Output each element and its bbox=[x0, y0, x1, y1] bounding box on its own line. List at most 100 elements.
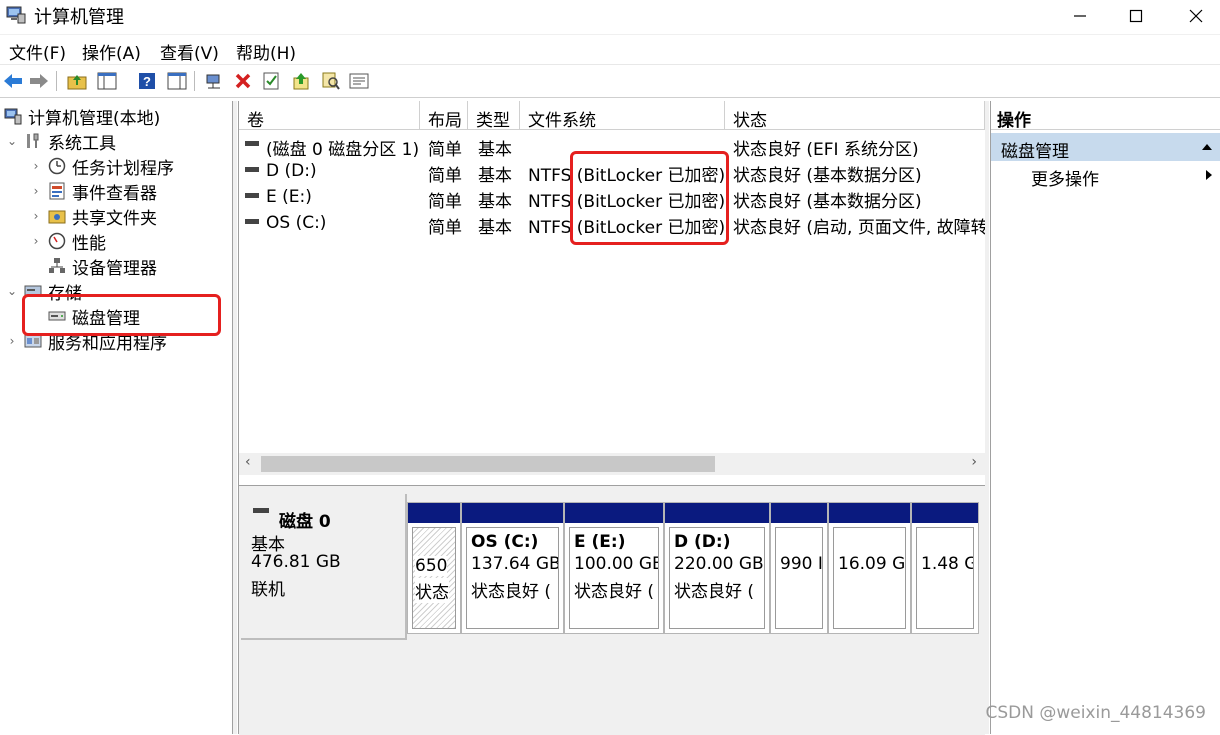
bitlocker-highlight-box bbox=[570, 151, 729, 245]
partition-16gb[interactable]: 16.09 G bbox=[828, 502, 911, 634]
console-tree-icon bbox=[97, 72, 117, 90]
properties-icon bbox=[349, 73, 369, 89]
partition-efi[interactable]: 650 状态 bbox=[407, 502, 461, 634]
tree-label-shared-folders: 共享文件夹 bbox=[72, 208, 157, 229]
right-splitter[interactable] bbox=[985, 101, 989, 734]
tree-node-event-viewer[interactable]: › 事件查看器 bbox=[30, 179, 157, 204]
partition-e[interactable]: E (E:) 100.00 GB 状态良好 ( bbox=[564, 502, 664, 634]
help-icon: ? bbox=[139, 73, 155, 89]
show-hide-tree-button[interactable] bbox=[96, 70, 118, 92]
chevron-right-icon[interactable]: › bbox=[30, 234, 42, 248]
tree-label-root: 计算机管理(本地) bbox=[28, 108, 161, 129]
action-pane-icon bbox=[167, 72, 187, 90]
disk-graphical-view: 磁盘 0 基本 476.81 GB 联机 650 状态 OS (C:) 137.… bbox=[239, 485, 985, 735]
scroll-right-icon[interactable]: › bbox=[971, 454, 977, 470]
collapse-up-icon[interactable] bbox=[1201, 143, 1213, 151]
maximize-button[interactable] bbox=[1106, 0, 1166, 32]
tree-label-system-tools: 系统工具 bbox=[48, 133, 116, 154]
forward-arrow-icon bbox=[30, 74, 48, 88]
column-header-layout[interactable]: 布局 bbox=[420, 101, 468, 131]
tree-node-task-scheduler[interactable]: › 任务计划程序 bbox=[30, 154, 174, 179]
chevron-right-icon[interactable]: › bbox=[6, 334, 18, 348]
menu-help[interactable]: 帮助(H) bbox=[236, 39, 296, 64]
export-button[interactable] bbox=[290, 70, 312, 92]
chevron-down-icon[interactable]: ⌄ bbox=[6, 284, 18, 298]
help-button[interactable]: ? bbox=[136, 70, 158, 92]
scroll-left-icon[interactable]: ‹ bbox=[245, 454, 251, 470]
column-header-status[interactable]: 状态 bbox=[725, 101, 985, 131]
toolbar: ? bbox=[0, 64, 1220, 98]
show-hide-action-pane-button[interactable] bbox=[166, 70, 188, 92]
device-manager-icon bbox=[49, 258, 65, 273]
volume-icon bbox=[245, 141, 259, 146]
find-button[interactable] bbox=[320, 70, 342, 92]
connect-button[interactable] bbox=[204, 70, 226, 92]
tools-icon bbox=[27, 133, 39, 148]
close-button[interactable] bbox=[1166, 0, 1220, 32]
check-button[interactable] bbox=[260, 70, 282, 92]
delete-button[interactable] bbox=[232, 70, 254, 92]
tree-label-task-scheduler: 任务计划程序 bbox=[72, 158, 174, 179]
chevron-right-icon[interactable]: › bbox=[30, 184, 42, 198]
chevron-down-icon[interactable]: ⌄ bbox=[6, 134, 18, 148]
computer-management-icon bbox=[4, 108, 22, 125]
disk-info-panel[interactable]: 磁盘 0 基本 476.81 GB 联机 bbox=[241, 494, 407, 640]
minimize-button[interactable] bbox=[1050, 0, 1110, 32]
folder-up-icon bbox=[67, 75, 87, 90]
scrollbar-thumb[interactable] bbox=[261, 456, 715, 472]
partition-map: 650 状态 OS (C:) 137.64 GB 状态良好 ( E (E:) 1… bbox=[407, 502, 979, 636]
partition-990[interactable]: 990 I bbox=[770, 502, 828, 634]
volume-icon bbox=[245, 219, 259, 224]
partition-d[interactable]: D (D:) 220.00 GB 状态良好 ( bbox=[664, 502, 770, 634]
magnifier-icon bbox=[322, 72, 340, 90]
back-arrow-icon bbox=[4, 74, 22, 88]
menu-bar: 文件(F) 操作(A) 查看(V) 帮助(H) bbox=[0, 34, 1220, 64]
partition-1-48gb[interactable]: 1.48 G bbox=[911, 502, 979, 634]
column-header-filesystem[interactable]: 文件系统 bbox=[520, 101, 725, 131]
tree-node-system-tools[interactable]: ⌄ 系统工具 bbox=[6, 129, 116, 154]
export-up-icon bbox=[293, 73, 309, 90]
connect-icon bbox=[206, 74, 220, 89]
checklist-icon bbox=[263, 72, 279, 90]
horizontal-scrollbar[interactable]: ‹ › bbox=[239, 453, 985, 475]
disk-management-highlight-box bbox=[22, 294, 221, 336]
back-button[interactable] bbox=[2, 70, 24, 92]
svg-text:?: ? bbox=[143, 74, 151, 89]
disk-icon bbox=[253, 508, 269, 513]
menu-file[interactable]: 文件(F) bbox=[9, 39, 66, 64]
partition-os-c[interactable]: OS (C:) 137.64 GB 状态良好 ( bbox=[461, 502, 564, 634]
menu-action[interactable]: 操作(A) bbox=[82, 39, 141, 64]
tree-node-root[interactable]: 计算机管理(本地) bbox=[4, 104, 161, 129]
disk-state: 联机 bbox=[251, 580, 285, 600]
menu-view[interactable]: 查看(V) bbox=[160, 39, 219, 64]
watermark: CSDN @weixin_44814369 bbox=[985, 703, 1206, 723]
left-splitter[interactable] bbox=[233, 101, 237, 734]
forward-button[interactable] bbox=[28, 70, 50, 92]
shared-folder-icon bbox=[48, 210, 66, 224]
delete-x-icon bbox=[235, 73, 251, 89]
chevron-right-icon[interactable]: › bbox=[30, 209, 42, 223]
tree-node-shared-folders[interactable]: › 共享文件夹 bbox=[30, 204, 157, 229]
event-log-icon bbox=[49, 182, 65, 200]
up-folder-button[interactable] bbox=[66, 70, 88, 92]
volume-icon bbox=[245, 167, 259, 172]
navigation-tree: 计算机管理(本地) ⌄ 系统工具 › 任务计划程序 › 事件查看器 › 共享文件… bbox=[0, 101, 233, 734]
clock-icon bbox=[48, 157, 66, 175]
submenu-arrow-icon[interactable] bbox=[1205, 169, 1213, 181]
column-header-volume[interactable]: 卷 bbox=[239, 101, 420, 131]
computer-management-icon bbox=[6, 6, 26, 24]
properties-button[interactable] bbox=[348, 70, 370, 92]
tree-node-device-manager[interactable]: 设备管理器 bbox=[48, 254, 157, 279]
tree-label-performance: 性能 bbox=[72, 233, 106, 254]
volume-icon bbox=[245, 193, 259, 198]
column-header-type[interactable]: 类型 bbox=[468, 101, 520, 131]
actions-pane: 操作 磁盘管理 更多操作 bbox=[990, 101, 1220, 734]
tree-label-event-viewer: 事件查看器 bbox=[72, 183, 157, 204]
maximize-icon bbox=[1129, 9, 1143, 23]
tree-node-performance[interactable]: › 性能 bbox=[30, 229, 106, 254]
actions-section-disk-management[interactable]: 磁盘管理 bbox=[991, 133, 1220, 162]
chevron-right-icon[interactable]: › bbox=[30, 159, 42, 173]
more-actions-item[interactable]: 更多操作 bbox=[1031, 165, 1099, 190]
disk-size: 476.81 GB bbox=[251, 552, 341, 572]
tree-label-device-manager: 设备管理器 bbox=[72, 258, 157, 279]
